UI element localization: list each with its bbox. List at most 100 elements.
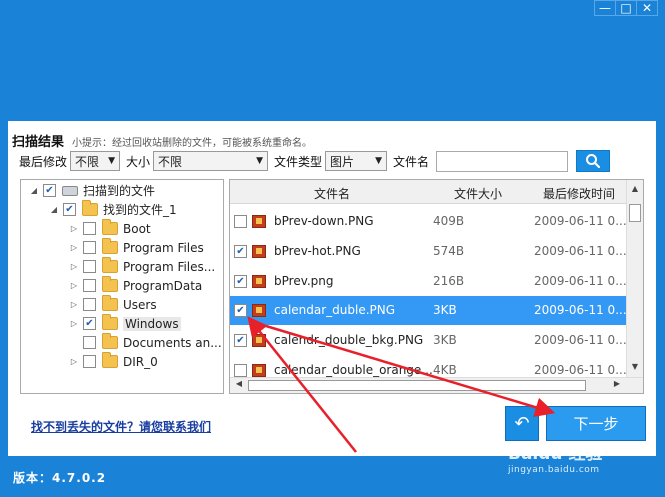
back-button[interactable]: ↶ bbox=[505, 406, 539, 441]
checkbox[interactable] bbox=[83, 241, 96, 254]
vertical-scrollbar[interactable]: ▲ ▼ bbox=[626, 180, 643, 378]
contact-us-link[interactable]: 找不到丢失的文件？请您联系我们 bbox=[31, 418, 211, 435]
scroll-left-icon[interactable]: ◀ bbox=[232, 379, 246, 393]
next-step-button[interactable]: 下一步 bbox=[546, 406, 646, 441]
tree-node-label: Boot bbox=[123, 221, 151, 236]
chevron-down-icon: ▼ bbox=[256, 156, 264, 166]
tree-node-programdata[interactable]: ▷ ProgramData bbox=[69, 276, 202, 295]
folder-icon bbox=[102, 276, 118, 292]
file-date: 2009-06-11 0... bbox=[534, 363, 627, 377]
file-size: 216B bbox=[433, 274, 465, 288]
modified-select[interactable]: 不限 ▼ bbox=[70, 151, 121, 171]
results-header: 扫描结果 小提示：经过回收站删除的文件，可能被系统重命名。 bbox=[12, 131, 312, 150]
checkbox[interactable]: ✔ bbox=[234, 275, 247, 288]
file-row[interactable]: bPrev-down.PNG 409B 2009-06-11 0... bbox=[230, 207, 627, 236]
checkbox[interactable] bbox=[83, 222, 96, 235]
checkbox[interactable]: ✔ bbox=[234, 334, 247, 347]
file-row[interactable]: ✔ calendr_double_bkg.PNG 3KB 2009-06-11 … bbox=[230, 326, 627, 355]
file-date: 2009-06-11 0... bbox=[534, 333, 627, 347]
column-header-modified[interactable]: 最后修改时间 bbox=[543, 185, 615, 202]
maximize-button[interactable]: □ bbox=[615, 0, 637, 16]
tree-node-dir0[interactable]: ▷ DIR_0 bbox=[69, 352, 158, 371]
filename-input[interactable] bbox=[436, 150, 569, 172]
checkbox[interactable] bbox=[83, 260, 96, 273]
expand-icon[interactable]: ▷ bbox=[69, 224, 79, 233]
file-name: calendar_duble.PNG bbox=[274, 303, 396, 317]
expand-icon[interactable]: ▷ bbox=[69, 281, 79, 290]
checkbox[interactable] bbox=[83, 355, 96, 368]
size-select-value: 不限 bbox=[158, 154, 183, 169]
file-date: 2009-06-11 0... bbox=[534, 214, 627, 228]
tree-node-documents[interactable]: Documents an... bbox=[69, 333, 222, 352]
chevron-down-icon: ▼ bbox=[108, 156, 116, 166]
search-icon bbox=[586, 154, 601, 169]
checkbox[interactable] bbox=[83, 336, 96, 349]
file-name: bPrev-hot.PNG bbox=[274, 244, 361, 258]
collapse-icon[interactable]: ◢ bbox=[29, 186, 39, 195]
tree-node-root[interactable]: ◢ ✔ 扫描到的文件 bbox=[29, 181, 155, 200]
folder-icon bbox=[102, 333, 118, 349]
checkbox[interactable] bbox=[83, 279, 96, 292]
checkbox[interactable] bbox=[83, 298, 96, 311]
tree-node-users[interactable]: ▷ Users bbox=[69, 295, 157, 314]
tree-node-label: Windows bbox=[123, 316, 181, 331]
expand-icon[interactable]: ▷ bbox=[69, 319, 79, 328]
file-list-header: 文件名 文件大小 最后修改时间 bbox=[230, 180, 627, 204]
window-controls: — □ ✕ bbox=[594, 0, 658, 16]
column-header-name[interactable]: 文件名 bbox=[314, 185, 350, 202]
checkbox[interactable]: ✔ bbox=[43, 184, 56, 197]
expand-icon[interactable]: ▷ bbox=[69, 243, 79, 252]
checkbox[interactable] bbox=[234, 364, 247, 377]
file-date: 2009-06-11 0... bbox=[534, 274, 627, 288]
horizontal-scrollbar[interactable]: ◀ ▶ bbox=[230, 377, 643, 393]
file-name: calendar_double_orange... bbox=[274, 363, 433, 377]
checkbox[interactable]: ✔ bbox=[83, 317, 96, 330]
file-row[interactable]: ✔ bPrev-hot.PNG 574B 2009-06-11 0... bbox=[230, 237, 627, 266]
search-button[interactable] bbox=[576, 150, 611, 172]
tree-node-label: 扫描到的文件 bbox=[83, 184, 156, 198]
column-header-size[interactable]: 文件大小 bbox=[454, 185, 502, 202]
tree-node-windows[interactable]: ▷ ✔ Windows bbox=[69, 314, 181, 333]
tree-node-program-files-x86[interactable]: ▷ Program Files... bbox=[69, 257, 215, 276]
scroll-down-icon[interactable]: ▼ bbox=[627, 362, 643, 376]
type-select[interactable]: 图片 ▼ bbox=[325, 151, 388, 171]
size-select[interactable]: 不限 ▼ bbox=[153, 151, 269, 171]
file-row[interactable]: ✔ bPrev.png 216B 2009-06-11 0... bbox=[230, 267, 627, 296]
scroll-thumb[interactable] bbox=[629, 204, 641, 222]
folder-tree[interactable]: ◢ ✔ 扫描到的文件 ◢ ✔ 找到的文件_1 ▷ Boot ▷ Program … bbox=[20, 179, 224, 394]
file-name: calendr_double_bkg.PNG bbox=[274, 333, 424, 347]
app-window: — □ ✕ 扫描结果 小提示：经过回收站删除的文件，可能被系统重命名。 最后修改… bbox=[0, 0, 665, 497]
tree-node-program-files[interactable]: ▷ Program Files bbox=[69, 238, 204, 257]
checkbox[interactable]: ✔ bbox=[234, 245, 247, 258]
expand-icon[interactable]: ▷ bbox=[69, 357, 79, 366]
folder-icon bbox=[102, 295, 118, 311]
modified-label: 最后修改 bbox=[19, 154, 68, 169]
tree-node-label: ProgramData bbox=[123, 278, 203, 293]
file-row-selected[interactable]: ✔ calendar_duble.PNG 3KB 2009-06-11 0... bbox=[230, 296, 627, 325]
minimize-button[interactable]: — bbox=[594, 0, 616, 16]
collapse-icon[interactable]: ◢ bbox=[49, 205, 59, 214]
tree-node-boot[interactable]: ▷ Boot bbox=[69, 219, 151, 238]
expand-icon[interactable]: ▷ bbox=[69, 262, 79, 271]
checkbox[interactable]: ✔ bbox=[234, 304, 247, 317]
drive-icon bbox=[62, 185, 78, 196]
folder-icon bbox=[102, 238, 118, 254]
file-list[interactable]: 文件名 文件大小 最后修改时间 bPrev-down.PNG 409B 2009… bbox=[229, 179, 644, 394]
tree-node-found[interactable]: ◢ ✔ 找到的文件_1 bbox=[49, 200, 177, 219]
folder-icon bbox=[102, 219, 118, 235]
scroll-up-icon[interactable]: ▲ bbox=[627, 184, 643, 198]
next-step-label: 下一步 bbox=[573, 415, 619, 433]
file-name: bPrev-down.PNG bbox=[274, 214, 374, 228]
scroll-right-icon[interactable]: ▶ bbox=[610, 379, 624, 393]
close-button[interactable]: ✕ bbox=[636, 0, 658, 16]
size-label: 大小 bbox=[126, 154, 151, 169]
image-file-icon bbox=[252, 275, 266, 288]
image-file-icon bbox=[252, 215, 266, 228]
checkbox[interactable] bbox=[234, 215, 247, 228]
checkbox[interactable]: ✔ bbox=[63, 203, 76, 216]
expand-icon[interactable]: ▷ bbox=[69, 300, 79, 309]
watermark-logo-text: Baidu 经验 bbox=[508, 444, 603, 464]
modified-select-value: 不限 bbox=[75, 154, 100, 169]
file-size: 409B bbox=[433, 214, 465, 228]
scroll-thumb[interactable] bbox=[248, 380, 586, 391]
